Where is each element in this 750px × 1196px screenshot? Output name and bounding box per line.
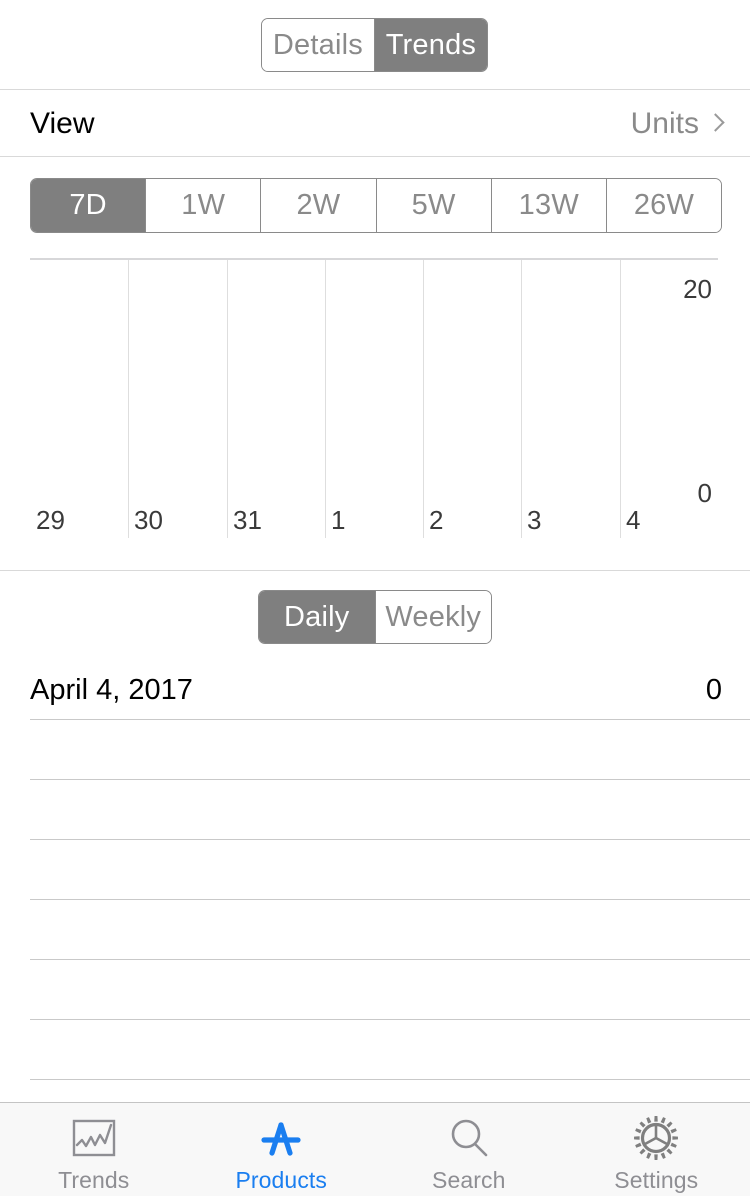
y-axis-label-min: 0 — [697, 478, 712, 508]
granularity-option-daily[interactable]: Daily — [259, 591, 375, 643]
gear-icon — [630, 1112, 682, 1164]
tab-label-products: Products — [235, 1167, 328, 1193]
granularity-segmented-control[interactable]: Daily Weekly — [258, 590, 492, 644]
view-label: View — [30, 106, 95, 140]
list-item[interactable]: April 4, 2017 0 — [30, 662, 750, 720]
range-option-5w[interactable]: 5W — [375, 179, 491, 232]
chart-x-label: 30 — [134, 505, 163, 535]
range-option-13w[interactable]: 13W — [490, 179, 606, 232]
segment-details[interactable]: Details — [262, 19, 374, 71]
search-icon — [443, 1112, 495, 1164]
top-bar: Details Trends — [0, 0, 750, 90]
tab-search[interactable]: Search — [375, 1103, 563, 1196]
range-option-1w[interactable]: 1W — [145, 179, 261, 232]
chevron-right-icon — [706, 113, 725, 132]
chart-x-label: 1 — [331, 505, 346, 535]
trends-screen: Details Trends View Units 7D 1W 2W 5W 13… — [0, 0, 750, 1196]
range-option-7d[interactable]: 7D — [31, 179, 146, 232]
range-segmented-control[interactable]: 7D 1W 2W 5W 13W 26W — [30, 178, 722, 233]
list-item[interactable] — [30, 1020, 750, 1080]
view-value: Units — [630, 106, 699, 140]
chart-gridline — [227, 260, 228, 538]
list-item[interactable] — [30, 780, 750, 840]
list-item-value: 0 — [705, 674, 722, 706]
detail-list: April 4, 2017 0 — [0, 662, 750, 1080]
tab-label-search: Search — [432, 1167, 506, 1193]
details-trends-segmented-control[interactable]: Details Trends — [261, 18, 488, 72]
view-row[interactable]: View Units — [0, 91, 750, 157]
list-item[interactable] — [30, 900, 750, 960]
list-item[interactable] — [30, 840, 750, 900]
chart-gridline — [423, 260, 424, 538]
chart-x-label: 31 — [233, 505, 262, 535]
list-item-title: April 4, 2017 — [30, 674, 193, 706]
chart-x-label: 3 — [527, 505, 542, 535]
chart-x-label: 4 — [626, 505, 641, 535]
chart-x-label: 29 — [36, 505, 65, 535]
chart-gridline — [128, 260, 129, 538]
list-item[interactable] — [30, 960, 750, 1020]
tab-bar: Trends Products Search Settings — [0, 1102, 750, 1196]
segment-trends[interactable]: Trends — [373, 19, 487, 71]
chart-x-label: 2 — [429, 505, 444, 535]
chart-gridline — [620, 260, 621, 538]
range-option-2w[interactable]: 2W — [260, 179, 376, 232]
y-axis-label-max: 20 — [683, 274, 712, 304]
tab-label-trends: Trends — [58, 1167, 130, 1193]
app-store-icon — [255, 1112, 307, 1164]
line-chart-icon — [68, 1112, 120, 1164]
tab-products[interactable]: Products — [188, 1103, 376, 1196]
chart-gridline — [521, 260, 522, 538]
range-option-26w[interactable]: 26W — [605, 179, 721, 232]
list-item[interactable] — [30, 720, 750, 780]
view-value-group[interactable]: Units — [630, 106, 725, 141]
chart-gridline — [325, 260, 326, 538]
tab-trends[interactable]: Trends — [0, 1103, 188, 1196]
tab-settings[interactable]: Settings — [563, 1103, 750, 1196]
chart-plot-area[interactable]: 29 30 31 1 2 3 4 — [30, 260, 718, 538]
chart-bottom-separator — [0, 570, 750, 571]
trends-chart[interactable]: 29 30 31 1 2 3 4 20 0 — [30, 258, 718, 538]
granularity-option-weekly[interactable]: Weekly — [374, 591, 491, 643]
tab-label-settings: Settings — [614, 1167, 699, 1193]
